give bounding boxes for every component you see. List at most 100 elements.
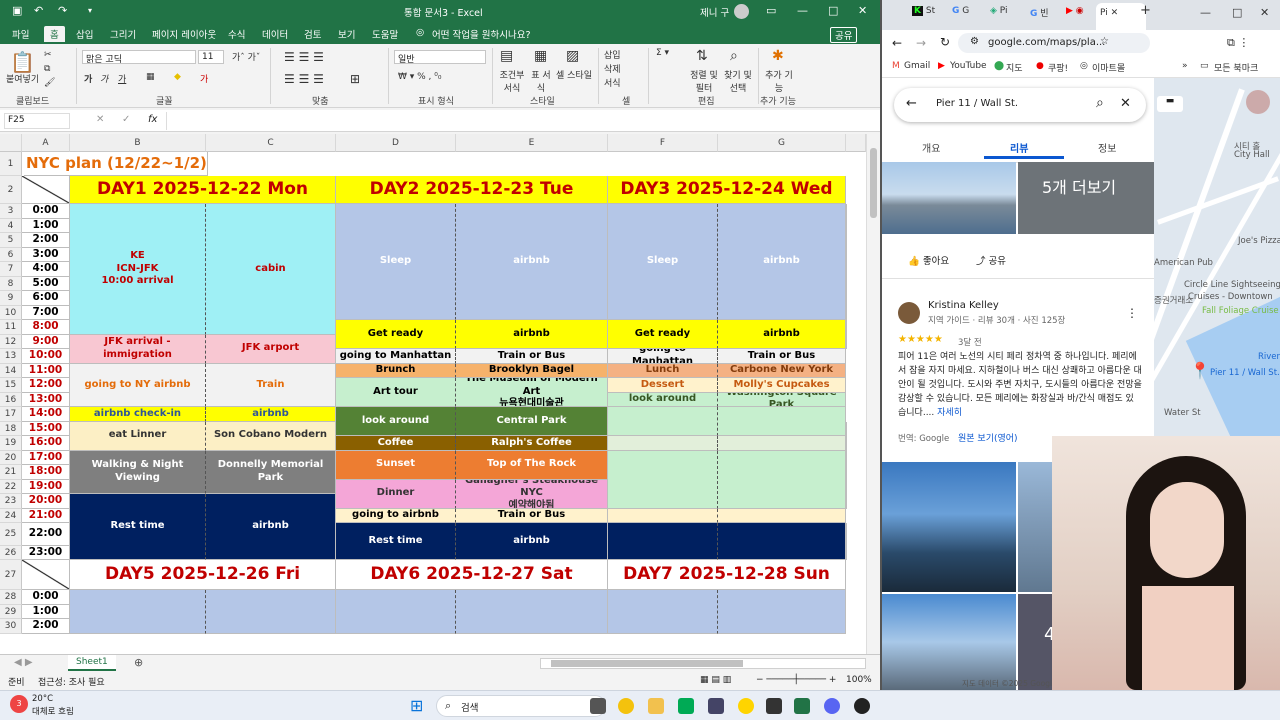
menu-data[interactable]: 데이터 [262, 27, 288, 41]
cell[interactable] [718, 590, 846, 634]
table-format-button[interactable]: 표 서식 [530, 68, 552, 94]
cell[interactable] [70, 590, 206, 634]
reviewer-avatar[interactable] [898, 302, 920, 324]
cell[interactable] [456, 590, 608, 634]
avatar[interactable] [734, 4, 749, 19]
row-header[interactable]: 8 [0, 276, 22, 291]
row-header[interactable]: 9 [0, 291, 22, 306]
cell[interactable]: Art tour [336, 378, 456, 407]
underline-button[interactable]: 가 [118, 72, 126, 85]
cell[interactable]: Carbone New York [718, 363, 846, 378]
app-icon[interactable] [708, 698, 724, 714]
cell[interactable] [608, 436, 718, 451]
chevron-icon[interactable]: » [1182, 61, 1188, 71]
time-cell[interactable]: 16:00 [22, 436, 70, 451]
find-select-button[interactable]: 찾기 및 선택 [722, 68, 754, 94]
more-options-icon[interactable]: ⋮ [1126, 306, 1138, 320]
cell[interactable]: look around [608, 392, 718, 407]
maximize-icon[interactable]: □ [1232, 6, 1242, 24]
cell[interactable]: Brunch [336, 363, 456, 378]
cell[interactable] [336, 590, 456, 634]
obs-icon[interactable] [854, 698, 870, 714]
row-header[interactable]: 17 [0, 407, 22, 422]
time-cell[interactable]: 6:00 [22, 291, 70, 306]
bookmark-gmail[interactable]: Gmail [904, 61, 930, 71]
menu-insert[interactable]: 삽입 [76, 27, 93, 41]
search-input[interactable]: Pier 11 / Wall St. [936, 98, 1018, 109]
border-icon[interactable]: ▦ [146, 72, 155, 82]
bookmark-emart[interactable]: 이마트몰 [1092, 61, 1125, 74]
cell[interactable]: Get ready [608, 320, 718, 349]
row-header[interactable]: 30 [0, 619, 22, 634]
cell[interactable]: Dinner [336, 479, 456, 509]
sort-filter-icon[interactable]: ⇅ [696, 48, 708, 64]
cell[interactable] [846, 320, 847, 349]
cell[interactable]: look around [336, 407, 456, 436]
day-header[interactable]: DAY1 2025-12-22 Mon [70, 176, 336, 204]
notification-badge[interactable]: 3 [10, 695, 28, 713]
profile-avatar[interactable] [1246, 90, 1270, 114]
start-icon[interactable]: ⊞ [410, 696, 423, 715]
align-left-icon[interactable]: ☰ ☰ ☰ [284, 72, 324, 86]
bold-button[interactable]: 가 [84, 72, 92, 85]
time-cell[interactable]: 8:00 [22, 320, 70, 335]
weather-temp[interactable]: 20°C [32, 694, 53, 704]
menu-page-layout[interactable]: 페이지 레이아웃 [152, 27, 216, 41]
cell[interactable]: airbnb [206, 494, 336, 560]
time-cell[interactable]: 2:00 [22, 619, 70, 634]
excel-taskbar-icon[interactable] [794, 698, 810, 714]
day-header[interactable]: DAY5 2025-12-26 Fri [70, 560, 336, 590]
time-cell[interactable]: 15:00 [22, 421, 70, 436]
cell[interactable]: Rest time [70, 494, 206, 560]
align-top-icon[interactable]: ☰ ☰ ☰ [284, 50, 324, 64]
time-cell[interactable]: 4:00 [22, 262, 70, 277]
tab-info[interactable]: 정보 [1098, 140, 1116, 155]
row-header[interactable]: 26 [0, 546, 22, 560]
all-bookmarks[interactable]: 모든 북마크 [1214, 61, 1258, 74]
time-cell[interactable]: 23:00 [22, 546, 70, 560]
cell[interactable]: Coffee [336, 436, 456, 451]
horizontal-scrollbar[interactable] [540, 658, 866, 669]
cell-style-button[interactable]: 셀 스타일 [556, 68, 592, 81]
cell[interactable]: Son Cobano Modern [206, 421, 336, 451]
chrome-taskbar-icon[interactable] [618, 698, 634, 714]
cell[interactable]: going to Manhattan [336, 349, 456, 364]
row-header[interactable]: 7 [0, 262, 22, 277]
tab-3[interactable]: ◈ Pi [990, 6, 1008, 24]
row-header[interactable]: 13 [0, 349, 22, 364]
cond-format-icon[interactable]: ▤ [500, 48, 513, 64]
column-header[interactable] [846, 134, 866, 152]
see-original-link[interactable]: 원본 보기(영어) [958, 431, 1018, 444]
row-header[interactable]: 23 [0, 494, 22, 509]
column-header[interactable]: F [608, 134, 718, 152]
cell[interactable]: airbnb [718, 204, 846, 320]
font-size-select[interactable]: 11 [198, 50, 224, 64]
tell-me-input[interactable]: 어떤 작업을 원하시나요? [432, 27, 530, 41]
day-header[interactable]: DAY3 2025-12-24 Wed [608, 176, 846, 204]
time-cell[interactable]: 0:00 [22, 204, 70, 219]
maximize-icon[interactable]: □ [828, 4, 838, 17]
new-tab-icon[interactable]: + [1140, 3, 1151, 21]
taskbar-search[interactable]: ⌕ 검색 [436, 695, 606, 717]
time-cell[interactable]: 7:00 [22, 305, 70, 320]
cell[interactable] [206, 590, 336, 634]
site-info-icon[interactable]: ⚙ [970, 36, 979, 47]
cell[interactable]: airbnb [456, 204, 608, 320]
close-icon[interactable]: ✕ [1260, 6, 1269, 24]
discord-icon[interactable] [824, 698, 840, 714]
minimize-icon[interactable]: — [797, 4, 808, 17]
sheet-title[interactable]: NYC plan (12/22~1/2) [24, 152, 208, 176]
enter-icon[interactable]: ✓ [122, 114, 130, 125]
cell[interactable]: airbnb [456, 523, 608, 560]
cell[interactable]: Gallagher's Steakhouse NYC 예약해야됨 [456, 479, 608, 509]
time-cell[interactable]: 19:00 [22, 479, 70, 494]
row-header[interactable]: 27 [0, 560, 22, 590]
row-header[interactable]: 2 [0, 176, 22, 204]
addins-icon[interactable]: ✱ [772, 48, 784, 64]
like-button[interactable]: 👍 좋아요 [908, 253, 949, 267]
row-header[interactable]: 14 [0, 363, 22, 378]
cell[interactable]: airbnb check-in [70, 407, 206, 422]
review-photo-3[interactable] [882, 594, 1016, 690]
add-sheet-icon[interactable]: ⊕ [134, 656, 143, 669]
row-header[interactable]: 22 [0, 479, 22, 494]
